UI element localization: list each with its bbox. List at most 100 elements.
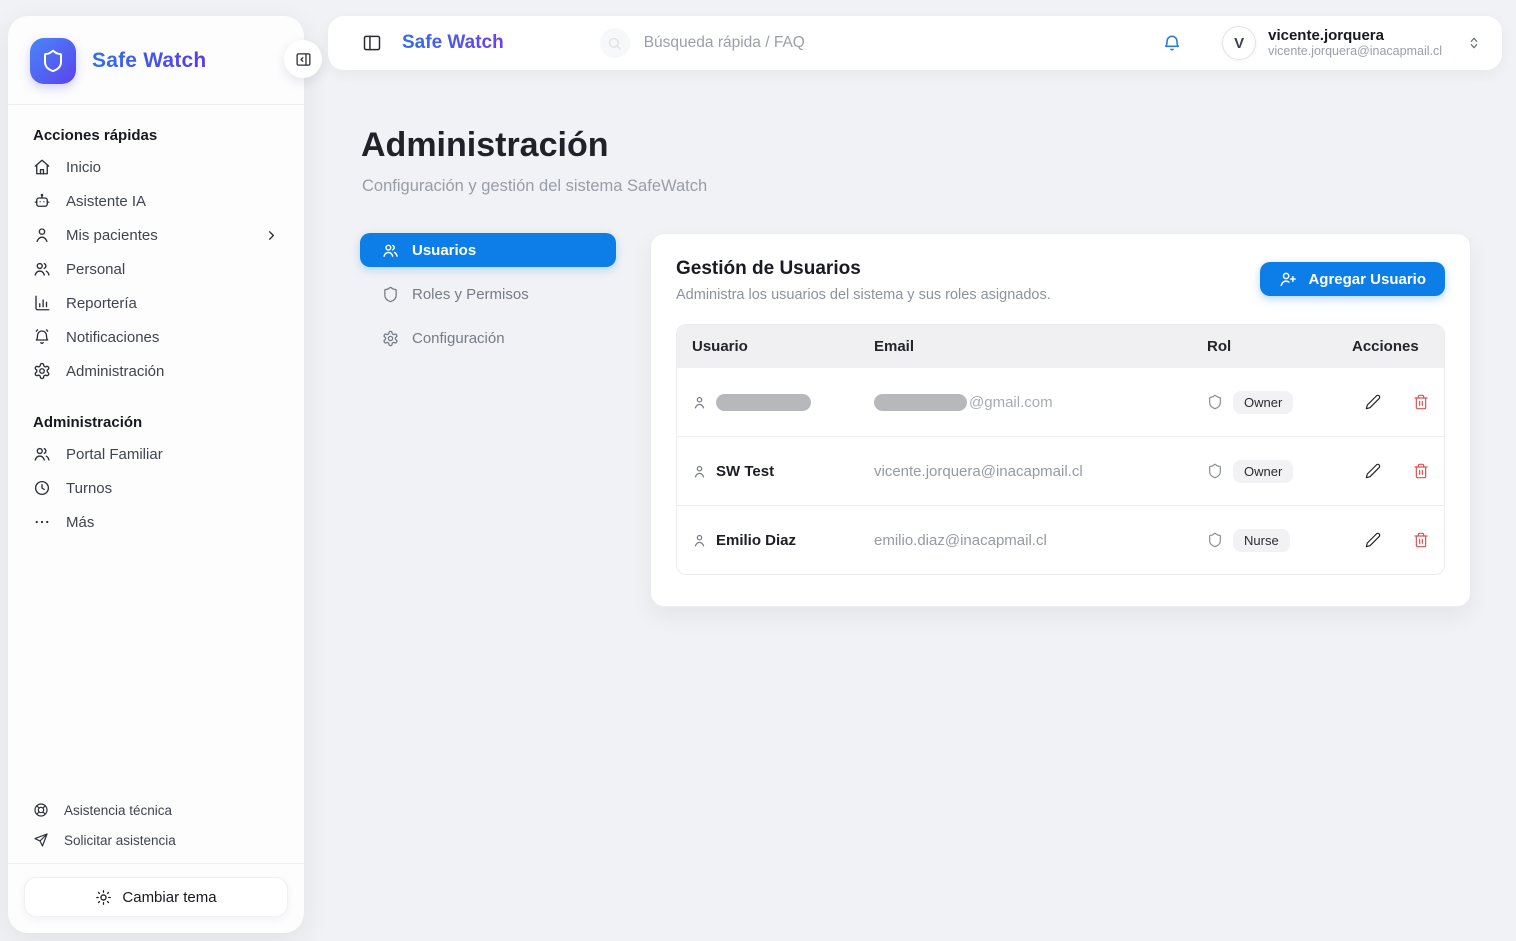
user-menu[interactable]: V vicente.jorquera vicente.jorquera@inac… xyxy=(1222,26,1482,60)
sidebar-item-administracion[interactable]: Administración xyxy=(8,354,304,388)
sidebar-footer: Asistencia técnica Solicitar asistencia xyxy=(8,795,304,863)
sidebar-nav: Acciones rápidas Inicio Asistente IA Mis… xyxy=(8,105,304,539)
email-cell: emilio.diaz@inacapmail.cl xyxy=(874,532,1207,549)
bar-chart-icon xyxy=(33,294,51,312)
shield-icon xyxy=(1207,532,1223,548)
col-header-email: Email xyxy=(874,338,1207,355)
col-header-rol: Rol xyxy=(1207,338,1352,355)
change-theme-button[interactable]: Cambiar tema xyxy=(24,877,288,917)
delete-user-button[interactable] xyxy=(1411,392,1431,412)
section-title-quick-actions: Acciones rápidas xyxy=(8,117,304,150)
sidebar-item-label: Administración xyxy=(66,363,164,380)
sidebar-item-asistente-ia[interactable]: Asistente IA xyxy=(8,184,304,218)
redacted-name xyxy=(716,394,811,411)
shield-icon xyxy=(382,286,399,303)
email-suffix: @gmail.com xyxy=(969,394,1053,411)
tab-roles-permisos[interactable]: Roles y Permisos xyxy=(360,277,616,311)
card-title: Gestión de Usuarios xyxy=(676,258,1051,280)
shield-icon xyxy=(41,49,65,73)
send-icon xyxy=(33,832,49,848)
sidebar-item-label: Portal Familiar xyxy=(66,446,163,463)
pencil-icon xyxy=(1365,532,1381,548)
notifications-button[interactable] xyxy=(1156,27,1188,59)
sidebar-item-personal[interactable]: Personal xyxy=(8,252,304,286)
sidebar: Safe Watch Acciones rápidas Inicio Asist… xyxy=(8,16,304,933)
search-label: Búsqueda rápida / FAQ xyxy=(644,34,805,52)
actions-cell xyxy=(1352,530,1444,550)
sidebar-item-asistencia-tecnica[interactable]: Asistencia técnica xyxy=(8,795,304,825)
users-icon xyxy=(33,260,51,278)
role-badge: Owner xyxy=(1233,391,1293,414)
sidebar-item-portal-familiar[interactable]: Portal Familiar xyxy=(8,437,304,471)
role-cell: Nurse xyxy=(1207,529,1352,552)
sidebar-item-label: Asistente IA xyxy=(66,193,146,210)
sidebar-item-label: Turnos xyxy=(66,480,112,497)
delete-user-button[interactable] xyxy=(1411,530,1431,550)
sidebar-item-turnos[interactable]: Turnos xyxy=(8,471,304,505)
role-cell: Owner xyxy=(1207,460,1352,483)
spacer xyxy=(8,539,304,795)
gear-icon xyxy=(33,362,51,380)
sun-icon xyxy=(95,889,112,906)
page-subtitle: Configuración y gestión del sistema Safe… xyxy=(362,177,707,196)
pencil-icon xyxy=(1365,463,1381,479)
sidebar-item-label: Inicio xyxy=(66,159,101,176)
sidebar-item-notificaciones[interactable]: Notificaciones xyxy=(8,320,304,354)
tab-label: Usuarios xyxy=(412,242,476,259)
sidebar-toggle-button[interactable] xyxy=(358,29,386,57)
sidebar-item-label: Solicitar asistencia xyxy=(64,833,176,848)
trash-icon xyxy=(1413,463,1429,479)
search-icon xyxy=(600,28,630,58)
table-row: SW Test vicente.jorquera@inacapmail.cl O… xyxy=(677,436,1444,505)
edit-user-button[interactable] xyxy=(1363,461,1383,481)
email-cell: @gmail.com xyxy=(874,394,1207,411)
theme-section: Cambiar tema xyxy=(8,863,304,933)
panel-left-icon xyxy=(362,33,382,53)
edit-user-button[interactable] xyxy=(1363,530,1383,550)
tab-usuarios[interactable]: Usuarios xyxy=(360,233,616,267)
sidebar-item-label: Notificaciones xyxy=(66,329,159,346)
edit-user-button[interactable] xyxy=(1363,392,1383,412)
sidebar-item-reporteria[interactable]: Reportería xyxy=(8,286,304,320)
card-header: Gestión de Usuarios Administra los usuar… xyxy=(676,258,1445,303)
shield-icon xyxy=(1207,463,1223,479)
user-management-card: Gestión de Usuarios Administra los usuar… xyxy=(650,233,1471,607)
sidebar-brand: Safe Watch xyxy=(8,16,304,104)
admin-tabs: Usuarios Roles y Permisos Configuración xyxy=(360,233,616,355)
delete-user-button[interactable] xyxy=(1411,461,1431,481)
change-theme-label: Cambiar tema xyxy=(122,889,216,906)
user-info: vicente.jorquera vicente.jorquera@inacap… xyxy=(1268,27,1442,60)
sidebar-item-solicitar-asistencia[interactable]: Solicitar asistencia xyxy=(8,825,304,855)
redacted-email xyxy=(874,394,967,411)
add-user-button[interactable]: Agregar Usuario xyxy=(1260,262,1445,296)
sidebar-collapse-button[interactable] xyxy=(284,40,322,78)
role-cell: Owner xyxy=(1207,391,1352,414)
app-logo xyxy=(30,38,76,84)
sidebar-item-mas[interactable]: Más xyxy=(8,505,304,539)
sidebar-item-inicio[interactable]: Inicio xyxy=(8,150,304,184)
users-icon xyxy=(382,242,399,259)
gear-icon xyxy=(382,330,399,347)
col-header-usuario: Usuario xyxy=(692,338,874,355)
topbar-brand: Safe Watch xyxy=(402,32,504,54)
topbar: Safe Watch Búsqueda rápida / FAQ V vicen… xyxy=(328,16,1502,70)
robot-icon xyxy=(33,192,51,210)
brand-name: Safe Watch xyxy=(92,49,206,73)
topbar-right: V vicente.jorquera vicente.jorquera@inac… xyxy=(1156,26,1482,60)
shield-icon xyxy=(1207,394,1223,410)
actions-cell xyxy=(1352,461,1444,481)
sidebar-item-mis-pacientes[interactable]: Mis pacientes xyxy=(8,218,304,252)
bell-icon xyxy=(1162,33,1182,53)
user-cell: SW Test xyxy=(692,463,874,480)
tab-label: Configuración xyxy=(412,330,505,347)
user-name: SW Test xyxy=(716,463,774,480)
tab-configuracion[interactable]: Configuración xyxy=(360,321,616,355)
sidebar-item-label: Asistencia técnica xyxy=(64,803,172,818)
sidebar-item-label: Reportería xyxy=(66,295,137,312)
chevron-right-icon xyxy=(264,228,279,243)
sidebar-item-label: Más xyxy=(66,514,94,531)
quick-search[interactable]: Búsqueda rápida / FAQ xyxy=(600,28,805,58)
bell-icon xyxy=(33,328,51,346)
table-row: Emilio Diaz emilio.diaz@inacapmail.cl Nu… xyxy=(677,505,1444,574)
email-cell: vicente.jorquera@inacapmail.cl xyxy=(874,463,1207,480)
